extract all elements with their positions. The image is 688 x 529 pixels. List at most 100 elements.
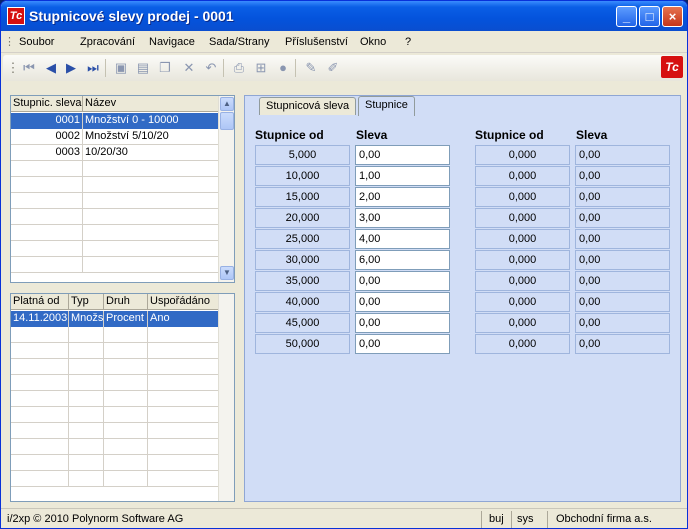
discount-cell xyxy=(83,161,220,177)
validity-col-header[interactable]: Uspořádáno xyxy=(148,294,220,310)
edit-alt-icon[interactable]: ✐ xyxy=(325,60,341,76)
validity-empty-row xyxy=(11,391,220,407)
first-record-icon[interactable]: ⏮ xyxy=(21,60,37,76)
validity-cell xyxy=(104,375,148,391)
validity-cell xyxy=(11,471,69,487)
last-record-icon[interactable]: ⏭ xyxy=(85,60,101,76)
sleva-input[interactable]: 4,00 xyxy=(355,229,450,249)
sleva-input[interactable]: 0,00 xyxy=(355,271,450,291)
stupnice-od-cell: 0,000 xyxy=(475,313,570,333)
validity-col-header[interactable]: Druh xyxy=(104,294,148,310)
discount-list-grid[interactable]: Stupnic. sleva Název 0001 Množství 0 - 1000… xyxy=(10,95,235,283)
sleva-input[interactable]: 6,00 xyxy=(355,250,450,270)
validity-cell xyxy=(11,391,69,407)
discount-empty-row xyxy=(11,241,220,257)
menu-sada-strany[interactable]: Sada/Strany xyxy=(209,36,270,48)
toolbar: ⋮ ⏮ ◀ ▶ ⏭ ▣ ▤ ❐ ✕ ↶ ⎙ ⊞ ● ✎ ✐ xyxy=(3,55,683,81)
undo-icon[interactable]: ↶ xyxy=(203,60,219,76)
sleva-cell: 0,00 xyxy=(575,334,670,354)
discount-scrollbar[interactable]: ▲ ▼ xyxy=(218,96,234,282)
sleva-cell: 0,00 xyxy=(575,208,670,228)
validity-scrollbar[interactable] xyxy=(218,294,234,501)
menu--[interactable]: ? xyxy=(405,36,411,48)
sleva-cell: 0,00 xyxy=(575,271,670,291)
discount-cell xyxy=(83,193,220,209)
brand-logo-icon: Tc xyxy=(661,56,683,78)
discount-cell xyxy=(11,193,83,209)
sleva-input[interactable]: 3,00 xyxy=(355,208,450,228)
discount-cell xyxy=(11,161,83,177)
previous-record-icon[interactable]: ◀ xyxy=(43,60,59,76)
maximize-button[interactable]: □ xyxy=(639,6,660,27)
sleva-cell: 0,00 xyxy=(575,166,670,186)
menu-p-slu-enstv-[interactable]: Příslušenství xyxy=(285,36,348,48)
menu-soubor[interactable]: Soubor xyxy=(19,36,54,48)
copy-icon[interactable]: ❐ xyxy=(157,60,173,76)
validity-cell xyxy=(69,375,104,391)
scroll-up-icon[interactable]: ▲ xyxy=(220,97,234,111)
validity-empty-row xyxy=(11,423,220,439)
discount-row[interactable]: 0001 Množství 0 - 10000 xyxy=(11,113,220,129)
sleva-cell: 0,00 xyxy=(575,145,670,165)
discount-empty-row xyxy=(11,257,220,273)
sleva-input[interactable]: 0,00 xyxy=(355,334,450,354)
status-copyright: i/2xp © 2010 Polynorm Software AG xyxy=(7,513,184,525)
validity-cell xyxy=(69,343,104,359)
sleva-input[interactable]: 1,00 xyxy=(355,166,450,186)
sleva-cell: 0,00 xyxy=(575,313,670,333)
stupnice-od-cell: 10,000 xyxy=(255,166,350,186)
title-bar[interactable]: Tc Stupnicové slevy prodej - 0001 _ □ × xyxy=(1,1,687,31)
new-document-icon[interactable]: ▤ xyxy=(135,60,151,76)
discount-cell xyxy=(83,209,220,225)
sleva-input[interactable]: 0,00 xyxy=(355,292,450,312)
validity-col-header[interactable]: Typ xyxy=(69,294,104,310)
menu-navigace[interactable]: Navigace xyxy=(149,36,195,48)
discount-empty-row xyxy=(11,177,220,193)
discount-cell: 10/20/30 xyxy=(83,145,220,161)
next-record-icon[interactable]: ▶ xyxy=(63,60,79,76)
sleva-cell: 0,00 xyxy=(575,187,670,207)
sleva-input[interactable]: 0,00 xyxy=(355,313,450,333)
tab-stupnicova-sleva[interactable]: Stupnicová sleva xyxy=(259,97,357,115)
edit-icon[interactable]: ✎ xyxy=(303,60,319,76)
app-logo-icon[interactable]: Tc xyxy=(7,7,25,25)
stop-icon[interactable]: ● xyxy=(275,60,291,76)
toolbar-separator xyxy=(295,59,296,77)
stupnice-od-cell: 45,000 xyxy=(255,313,350,333)
sleva-input[interactable]: 0,00 xyxy=(355,145,450,165)
delete-icon[interactable]: ✕ xyxy=(181,60,197,76)
stupnice-od-cell: 0,000 xyxy=(475,334,570,354)
validity-cell xyxy=(69,439,104,455)
menu-okno[interactable]: Okno xyxy=(360,36,386,48)
validity-col-header[interactable]: Platná od xyxy=(11,294,69,310)
validity-cell xyxy=(104,391,148,407)
sleva-input[interactable]: 2,00 xyxy=(355,187,450,207)
tree-icon[interactable]: ⊞ xyxy=(253,60,269,76)
discount-empty-row xyxy=(11,161,220,177)
discount-row[interactable]: 0002 Množství 5/10/20 xyxy=(11,129,220,145)
discount-col-header[interactable]: Název xyxy=(83,96,220,112)
discount-row[interactable]: 0003 10/20/30 xyxy=(11,145,220,161)
validity-cell xyxy=(104,359,148,375)
validity-cell xyxy=(148,327,220,343)
validity-empty-row xyxy=(11,455,220,471)
stupnice-od-cell: 40,000 xyxy=(255,292,350,312)
validity-cell xyxy=(69,423,104,439)
stupnice-od-cell: 15,000 xyxy=(255,187,350,207)
print-icon[interactable]: ⎙ xyxy=(231,60,247,76)
minimize-button[interactable]: _ xyxy=(616,6,637,27)
validity-cell: Množs xyxy=(69,311,104,327)
scroll-down-icon[interactable]: ▼ xyxy=(220,266,234,280)
validity-cell xyxy=(148,471,220,487)
close-button[interactable]: × xyxy=(662,6,683,27)
scroll-thumb[interactable] xyxy=(220,112,234,130)
stupnice-od-cell: 50,000 xyxy=(255,334,350,354)
save-icon[interactable]: ▣ xyxy=(113,60,129,76)
validity-row[interactable]: 14.11.2003 Množs Procent Ano xyxy=(11,311,220,327)
validity-grid[interactable]: Platná od Typ Druh Uspořádáno 14.11.2003 Množ… xyxy=(10,293,235,502)
menu-zpracov-n-[interactable]: Zpracování xyxy=(80,36,135,48)
discount-col-header[interactable]: Stupnic. sleva xyxy=(11,96,83,112)
sleva-cell: 0,00 xyxy=(575,250,670,270)
tab-stupnice[interactable]: Stupnice xyxy=(358,96,415,116)
validity-cell xyxy=(148,343,220,359)
